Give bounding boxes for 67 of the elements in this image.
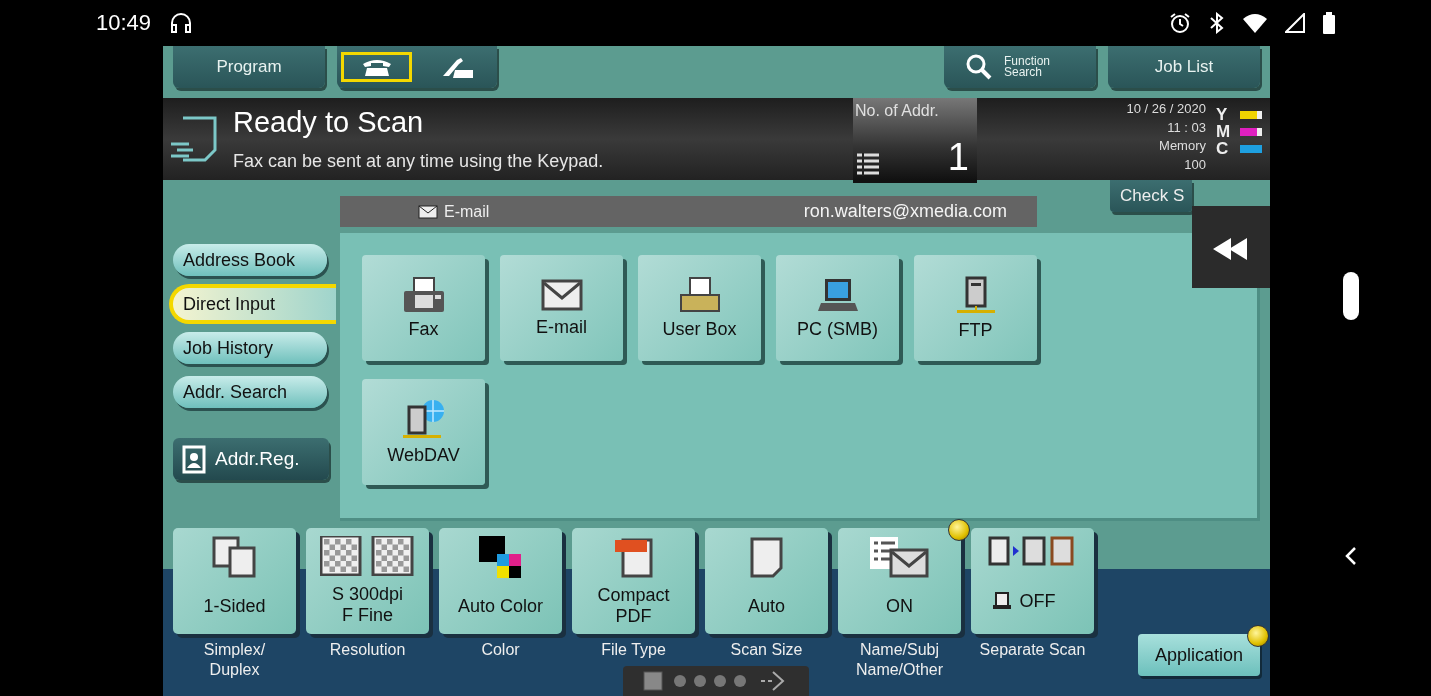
square-icon <box>643 671 663 691</box>
fax-icon <box>402 276 445 313</box>
checkerboard-icon <box>319 536 416 576</box>
battery-icon <box>1323 12 1335 34</box>
scroll-handle[interactable] <box>1342 272 1359 320</box>
server-icon <box>954 275 997 314</box>
address-count: 1 <box>947 138 969 176</box>
tray-icon <box>678 276 721 313</box>
handset-icon <box>440 56 475 78</box>
nav-tab[interactable]: Direct Input <box>169 284 336 324</box>
clock-time: 10:49 <box>96 10 152 36</box>
check-settings-button[interactable]: Check S <box>1110 180 1192 212</box>
list-envelope-icon <box>868 536 931 578</box>
rewind-icon <box>1213 238 1249 260</box>
date-text: 10 / 26 / 2020 <box>1126 100 1206 118</box>
setting-caption: File Type <box>601 640 666 660</box>
arrow-icon <box>759 670 785 692</box>
setting-caption: Name/Subj <box>859 640 940 660</box>
nav-tab[interactable]: Job History <box>173 332 327 364</box>
memory-value: 100 <box>1184 155 1206 174</box>
time-text: 11 : 03 <box>1167 118 1206 137</box>
laptop-icon <box>816 276 859 313</box>
status-message: Fax can be sent at any time using the Keypad. <box>233 151 605 172</box>
address-count-panel[interactable]: No. of Addr. 1 <box>853 98 977 180</box>
dots-icon <box>673 674 749 688</box>
scan-document-icon <box>169 114 219 164</box>
toner-letter: M <box>1216 122 1230 142</box>
signal-icon <box>1285 13 1305 33</box>
destination-address: ron.walters@xmedia.com <box>803 201 1007 222</box>
nav-tab[interactable]: Addr. Search <box>173 376 327 408</box>
setting-caption: Duplex <box>209 660 260 680</box>
phone-icon <box>360 58 393 76</box>
setting-caption: Resolution <box>329 640 406 660</box>
contact-card-icon <box>181 444 207 474</box>
mode-button[interactable] <box>341 52 412 82</box>
envelope-icon <box>540 278 583 311</box>
memory-label: Memory <box>1159 137 1206 155</box>
server-globe-icon <box>400 398 447 439</box>
toner-letter: Y <box>1216 105 1229 125</box>
nav-tab[interactable]: Address Book <box>173 244 327 276</box>
scanner-icon <box>991 592 1012 610</box>
job-list-button[interactable]: Job List <box>1108 46 1260 88</box>
address-count-label: No. of Addr. <box>855 102 940 120</box>
setting-caption: Scan Size <box>730 640 803 660</box>
list-icon <box>855 152 881 176</box>
color-squares-icon <box>478 536 523 578</box>
alarm-icon <box>1169 12 1191 34</box>
back-chevron-icon <box>1343 546 1358 566</box>
function-search-button[interactable]: Function Search <box>944 46 1096 88</box>
headphones-icon <box>169 11 194 35</box>
toner-letter: C <box>1216 139 1230 159</box>
program-button[interactable]: Program <box>173 46 325 88</box>
search-icon <box>966 54 992 80</box>
address-register-button[interactable]: Addr.Reg. <box>173 438 329 480</box>
status-title: Ready to Scan <box>233 106 425 139</box>
setting-caption: Name/Other <box>855 660 944 680</box>
setting-caption: Separate Scan <box>979 640 1086 660</box>
setting-caption: Simplex/ <box>203 640 266 660</box>
setting-caption: Color <box>481 640 520 660</box>
destination-type: E-mail <box>444 202 490 221</box>
application-button[interactable]: Application <box>1138 634 1260 676</box>
envelope-icon <box>418 204 438 219</box>
bluetooth-icon <box>1209 12 1225 34</box>
pages-icon <box>211 536 258 578</box>
page-icon <box>748 536 785 578</box>
wifi-icon <box>1243 13 1267 33</box>
collapse-button[interactable] <box>1192 206 1270 288</box>
